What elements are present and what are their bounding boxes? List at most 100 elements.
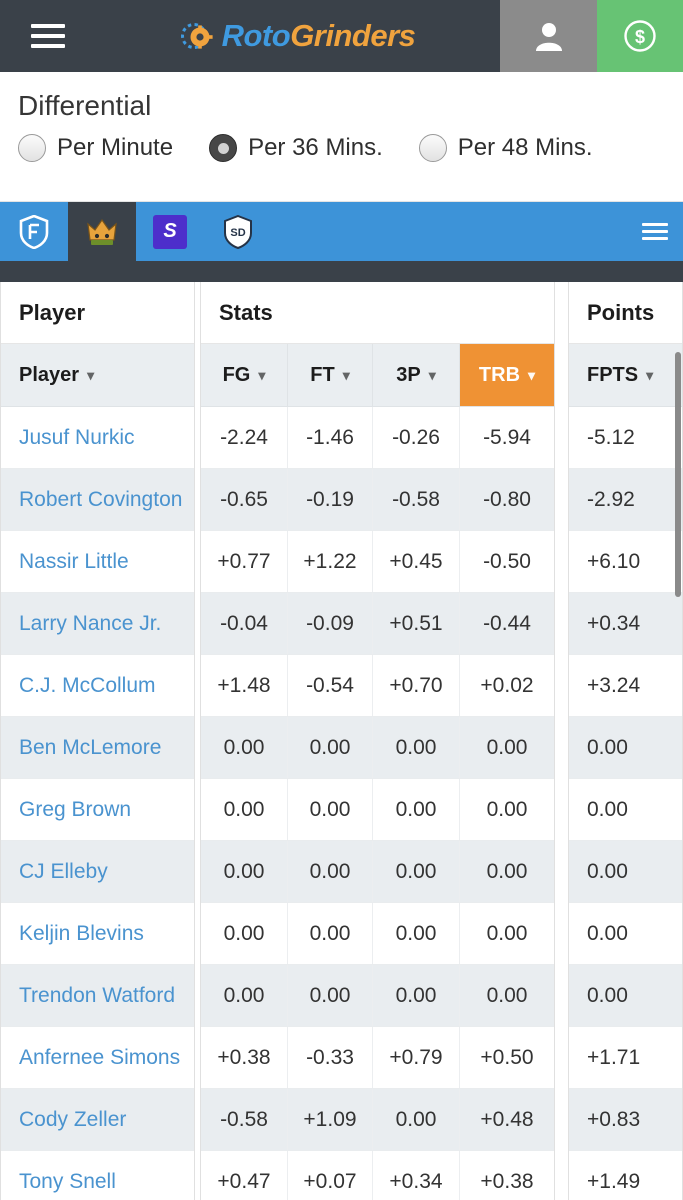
table-row: 0.00 0.00 0.00 0.00 xyxy=(201,903,554,965)
site-logo[interactable]: RotoGrinders xyxy=(96,0,500,72)
radio-option-per-48[interactable]: Per 48 Mins. xyxy=(418,134,593,162)
sd-shield-icon: SD xyxy=(224,214,252,249)
table-row: +3.24 xyxy=(569,655,682,717)
tab-bar-spacer xyxy=(272,202,627,261)
cell-fpts: 0.00 xyxy=(587,983,628,1007)
site-tab-sd-shield[interactable]: SD xyxy=(204,202,272,261)
cell-ft: 0.00 xyxy=(288,841,373,902)
user-account-icon xyxy=(535,23,562,51)
stats-column-header-row: FG ▾ FT ▾ 3P ▾ TRB ▾ xyxy=(201,344,554,407)
column-header-ft[interactable]: FT ▾ xyxy=(288,344,373,406)
cell-ft: 0.00 xyxy=(288,903,373,964)
cell-fg: 0.00 xyxy=(201,717,288,778)
player-name-link[interactable]: Cody Zeller xyxy=(1,1089,194,1150)
points-panel: Points FPTS ▾ -5.12 -2.92 +6.10 +0.34 +3.24 0… xyxy=(568,282,683,1200)
site-tab-bar: S SD xyxy=(0,202,683,261)
cell-trb: -0.80 xyxy=(483,487,531,511)
radio-circle-per-36[interactable] xyxy=(209,134,238,162)
player-name-link[interactable]: Ben McLemore xyxy=(1,717,194,778)
player-name-link[interactable]: Anfernee Simons xyxy=(1,1027,194,1088)
site-tab-fanduel[interactable] xyxy=(0,202,68,261)
cell-fg: +0.38 xyxy=(201,1027,288,1088)
cell-fpts: +1.49 xyxy=(587,1169,641,1193)
cell-trb: 0.00 xyxy=(486,921,528,945)
cell-3p: +0.45 xyxy=(373,531,460,592)
stats-panel: Stats FG ▾ FT ▾ 3P ▾ TRB ▾ -2.24 -1.46 -0.… xyxy=(200,282,555,1200)
cell-3p: 0.00 xyxy=(373,965,460,1026)
table-row: Nassir Little xyxy=(1,531,194,593)
site-tab-superdraft[interactable]: S xyxy=(136,202,204,261)
table-row: Ben McLemore xyxy=(1,717,194,779)
column-header-3p[interactable]: 3P ▾ xyxy=(373,344,460,406)
column-header-fpts[interactable]: FPTS ▾ xyxy=(569,344,682,406)
cell-fg: 0.00 xyxy=(201,903,288,964)
group-header-stats: Stats xyxy=(201,282,554,344)
table-row: 0.00 xyxy=(569,903,682,965)
player-name-link[interactable]: C.J. McCollum xyxy=(1,655,194,716)
cell-ft: -0.19 xyxy=(288,469,373,530)
player-name-link[interactable]: CJ Elleby xyxy=(1,841,194,902)
chevron-down-icon: ▾ xyxy=(87,367,95,383)
differential-radio-group: Per Minute Per 36 Mins. Per 48 Mins. xyxy=(18,134,683,162)
cell-3p: +0.79 xyxy=(373,1027,460,1088)
fanduel-shield-icon xyxy=(19,214,49,249)
table-row: +0.38 -0.33 +0.79 +0.50 xyxy=(201,1027,554,1089)
player-panel: Player Player ▾ Jusuf Nurkic Robert Covin… xyxy=(0,282,195,1200)
player-name-link[interactable]: Greg Brown xyxy=(1,779,194,840)
player-column-header-row: Player ▾ xyxy=(1,344,194,407)
table-row: +0.83 xyxy=(569,1089,682,1151)
player-name-link[interactable]: Larry Nance Jr. xyxy=(1,593,194,654)
table-row: +6.10 xyxy=(569,531,682,593)
table-row: 0.00 xyxy=(569,779,682,841)
table-row: +1.49 xyxy=(569,1151,682,1200)
player-name-link[interactable]: Jusuf Nurkic xyxy=(1,407,194,468)
table-row: 0.00 0.00 0.00 0.00 xyxy=(201,717,554,779)
cell-fg: -2.24 xyxy=(201,407,288,468)
dark-separator-bar xyxy=(0,261,683,282)
column-header-fpts-label: FPTS xyxy=(587,363,639,386)
superdraft-s-icon: S xyxy=(153,214,187,249)
radio-option-per-minute[interactable]: Per Minute xyxy=(18,134,173,162)
table-row: +1.71 xyxy=(569,1027,682,1089)
player-name-link[interactable]: Tony Snell xyxy=(1,1151,194,1200)
table-row: Jusuf Nurkic xyxy=(1,407,194,469)
radio-circle-per-48[interactable] xyxy=(418,134,447,162)
column-header-trb-label: TRB xyxy=(478,363,521,386)
cell-3p: +0.51 xyxy=(373,593,460,654)
stats-table: Player Player ▾ Jusuf Nurkic Robert Covin… xyxy=(0,282,683,1200)
player-name-link[interactable]: Robert Covington xyxy=(1,469,194,530)
user-account-button[interactable] xyxy=(500,0,597,72)
tab-bar-menu-button[interactable] xyxy=(627,202,683,261)
cell-fpts: 0.00 xyxy=(587,921,628,945)
table-row: -2.92 xyxy=(569,469,682,531)
player-name-link[interactable]: Trendon Watford xyxy=(1,965,194,1026)
chevron-down-icon: ▾ xyxy=(342,367,350,383)
chevron-down-icon: ▾ xyxy=(258,367,266,383)
cell-fg: +0.47 xyxy=(201,1151,288,1200)
vertical-scrollbar[interactable] xyxy=(675,352,681,597)
money-button[interactable]: $ xyxy=(597,0,683,72)
table-row: Keljin Blevins xyxy=(1,903,194,965)
table-row: Tony Snell xyxy=(1,1151,194,1200)
main-menu-button[interactable] xyxy=(0,0,96,72)
radio-option-per-36[interactable]: Per 36 Mins. xyxy=(209,134,383,162)
cell-fg: 0.00 xyxy=(201,841,288,902)
group-header-player: Player xyxy=(1,282,194,344)
player-name-link[interactable]: Keljin Blevins xyxy=(1,903,194,964)
column-header-fg[interactable]: FG ▾ xyxy=(201,344,288,406)
hamburger-menu-icon xyxy=(31,24,65,48)
cell-fpts: +6.10 xyxy=(587,549,641,573)
dollar-circle-icon: $ xyxy=(624,20,656,52)
radio-circle-per-minute[interactable] xyxy=(18,134,46,162)
column-header-trb[interactable]: TRB ▾ xyxy=(460,344,554,406)
radio-label-per-36: Per 36 Mins. xyxy=(248,134,383,161)
cell-3p: 0.00 xyxy=(373,779,460,840)
gear-logo-icon xyxy=(180,23,213,49)
column-header-player[interactable]: Player ▾ xyxy=(1,344,194,406)
player-name-link[interactable]: Nassir Little xyxy=(1,531,194,592)
cell-ft: 0.00 xyxy=(288,965,373,1026)
site-tab-draftkings[interactable] xyxy=(68,202,136,261)
chevron-down-icon: ▾ xyxy=(428,367,436,383)
differential-title: Differential xyxy=(18,90,152,121)
table-row: 0.00 xyxy=(569,841,682,903)
